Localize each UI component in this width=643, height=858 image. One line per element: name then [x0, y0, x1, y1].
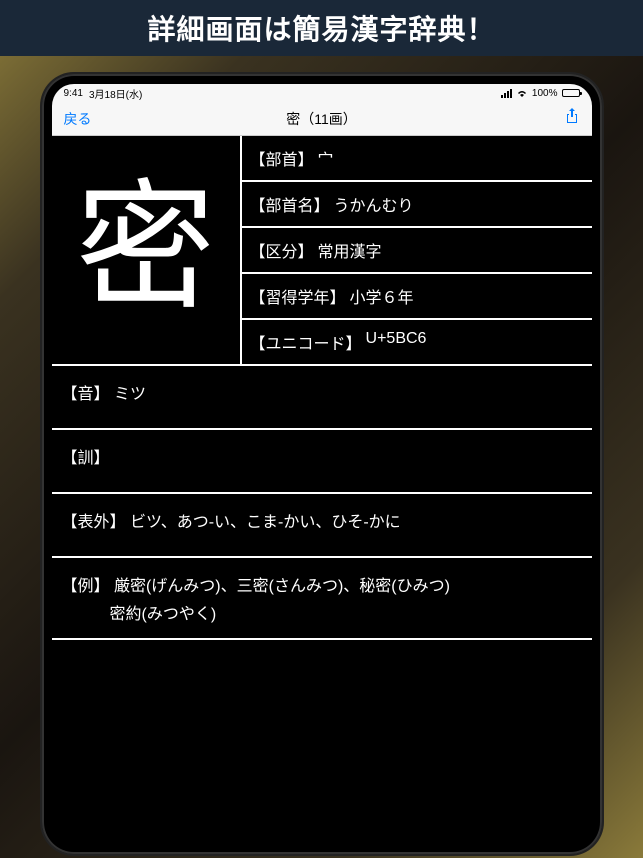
detail-row-kun: 【訓】: [52, 430, 592, 494]
detail-value: 厳密(げんみつ)、三密(さんみつ)、秘密(ひみつ): [114, 578, 450, 595]
detail-value-extra: 密約(みつやく): [62, 600, 582, 624]
kanji-character: 密: [75, 180, 215, 320]
kanji-display-box: 密: [52, 136, 242, 364]
info-row-radical-name: 【部首名】 うかんむり: [242, 182, 592, 228]
detail-label: 【音】: [62, 386, 110, 403]
battery-icon: [562, 89, 580, 97]
info-label: 【習得学年】: [250, 284, 346, 308]
device-screen: 9:41 3月18日(水) 100% 戻る 密（11画） 密: [52, 84, 592, 844]
info-row-category: 【区分】 常用漢字: [242, 228, 592, 274]
status-time: 9:41: [64, 88, 83, 99]
page-title: 密（11画）: [286, 109, 357, 129]
info-row-radical: 【部首】 宀: [242, 136, 592, 182]
detail-row-hyogai: 【表外】 ビツ、あつ-い、こま-かい、ひそ-かに: [52, 494, 592, 558]
detail-row-empty: [52, 640, 592, 704]
info-value: 常用漢字: [318, 238, 382, 262]
signal-icon: [501, 89, 512, 98]
promo-banner: 詳細画面は簡易漢字辞典！: [0, 0, 643, 56]
info-value: U+5BC6: [366, 330, 427, 354]
content-area: 密 【部首】 宀 【部首名】 うかんむり 【区分】 常用漢字: [52, 136, 592, 844]
detail-row-on: 【音】 ミツ: [52, 366, 592, 430]
detail-row-examples: 【例】 厳密(げんみつ)、三密(さんみつ)、秘密(ひみつ) 密約(みつやく): [52, 558, 592, 640]
status-bar: 9:41 3月18日(水) 100%: [52, 84, 592, 102]
back-button[interactable]: 戻る: [64, 109, 92, 129]
detail-label: 【表外】: [62, 514, 126, 531]
wifi-icon: [516, 89, 528, 97]
info-value: 宀: [318, 146, 334, 170]
info-label: 【部首名】: [250, 192, 330, 216]
info-row-unicode: 【ユニコード】 U+5BC6: [242, 320, 592, 364]
status-date: 3月18日(水): [89, 86, 142, 101]
info-label: 【区分】: [250, 238, 314, 262]
info-list: 【部首】 宀 【部首名】 うかんむり 【区分】 常用漢字 【習得学年】 小学６年: [242, 136, 592, 364]
battery-percent: 100%: [532, 88, 558, 99]
detail-label: 【例】: [62, 578, 110, 595]
info-value: 小学６年: [350, 284, 414, 308]
device-frame: 9:41 3月18日(水) 100% 戻る 密（11画） 密: [42, 74, 602, 854]
detail-label: 【訓】: [62, 450, 110, 467]
detail-value: ミツ: [114, 386, 146, 403]
share-button[interactable]: [564, 107, 580, 130]
nav-bar: 戻る 密（11画）: [52, 102, 592, 136]
info-label: 【部首】: [250, 146, 314, 170]
info-value: うかんむり: [334, 192, 414, 216]
info-label: 【ユニコード】: [250, 330, 362, 354]
info-row-grade: 【習得学年】 小学６年: [242, 274, 592, 320]
detail-value: ビツ、あつ-い、こま-かい、ひそ-かに: [130, 514, 401, 531]
